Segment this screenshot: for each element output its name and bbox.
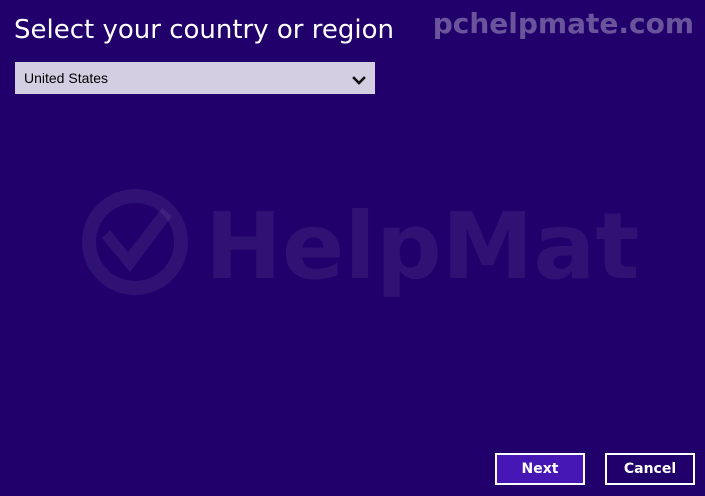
next-button[interactable]: Next (495, 453, 585, 485)
helpmate-logo-watermark: HelpMate (80, 180, 702, 320)
site-watermark: pchelpmate.com (432, 7, 694, 40)
helpmate-logo-text: HelpMate (205, 193, 640, 300)
page-title: Select your country or region (14, 15, 394, 45)
country-select[interactable]: United States (15, 62, 375, 94)
country-select-value: United States (24, 70, 109, 86)
cancel-button[interactable]: Cancel (605, 453, 695, 485)
chevron-down-icon (352, 72, 366, 85)
